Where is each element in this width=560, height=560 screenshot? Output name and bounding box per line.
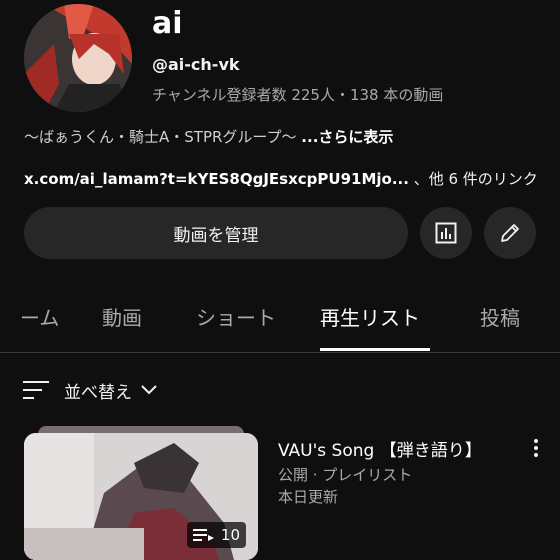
chevron-down-icon — [141, 385, 157, 395]
tab-videos[interactable]: 動画 — [102, 302, 142, 331]
manage-videos-button[interactable]: 動画を管理 — [24, 207, 408, 259]
channel-name: ai — [152, 6, 183, 41]
channel-tabs: ーム 動画 ショート 再生リスト 投稿 — [0, 288, 560, 353]
tab-home[interactable]: ーム — [20, 302, 59, 331]
playlist-icon — [192, 529, 214, 541]
edit-channel-button[interactable] — [484, 207, 536, 259]
avatar-image — [24, 4, 132, 112]
active-tab-indicator — [320, 348, 430, 351]
tab-posts[interactable]: 投稿 — [480, 302, 520, 331]
analytics-button[interactable] — [420, 207, 472, 259]
other-links-label[interactable]: 、他 6 件のリンク — [414, 170, 538, 188]
sort-label: 並べ替え — [64, 382, 132, 403]
tab-playlists[interactable]: 再生リスト — [320, 302, 420, 331]
playlist-title[interactable]: VAU's Song 【弾き語り】 — [278, 436, 482, 461]
channel-stats: チャンネル登録者数 225人・138 本の動画 — [152, 86, 444, 104]
playlist-thumbnail[interactable]: 10 — [24, 433, 258, 560]
playlist-updated: 本日更新 — [278, 488, 339, 506]
analytics-icon — [435, 222, 457, 244]
channel-handle: @ai-ch-vk — [152, 55, 240, 74]
sort-icon — [23, 381, 49, 399]
playlist-visibility: 公開 · プレイリスト — [278, 466, 413, 484]
channel-link-url[interactable]: x.com/ai_lamam?t=kYES8QgJEsxcpPU91Mjo... — [24, 170, 409, 188]
more-options-icon[interactable] — [524, 436, 548, 460]
description-text: 〜ばぁうくん・騎士A・STPRグループ〜 — [24, 128, 297, 146]
tab-shorts[interactable]: ショート — [196, 302, 276, 331]
video-count-badge: 10 — [186, 522, 246, 548]
channel-links[interactable]: x.com/ai_lamam?t=kYES8QgJEsxcpPU91Mjo...… — [24, 168, 538, 189]
pencil-icon — [501, 224, 519, 242]
channel-description[interactable]: 〜ばぁうくん・騎士A・STPRグループ〜 ...さらに表示 — [24, 126, 393, 147]
show-more-link[interactable]: ...さらに表示 — [301, 128, 393, 146]
video-count: 10 — [220, 526, 240, 544]
channel-avatar[interactable] — [24, 4, 132, 112]
sort-dropdown[interactable]: 並べ替え — [22, 374, 158, 406]
